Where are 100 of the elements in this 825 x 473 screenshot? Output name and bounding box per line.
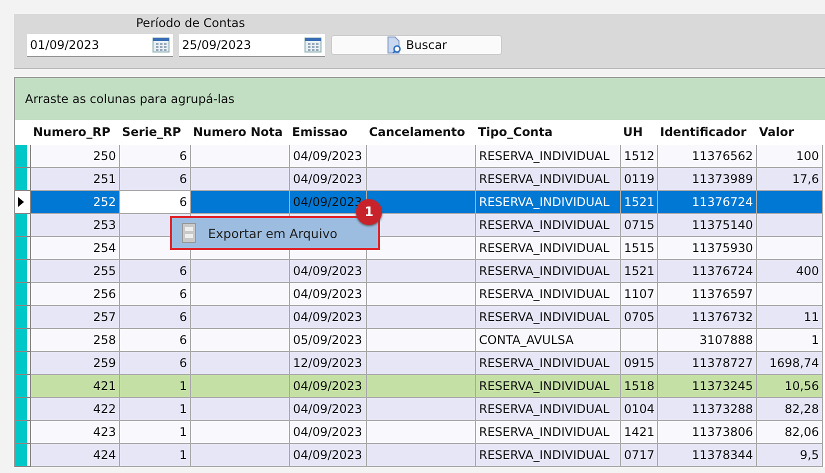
table-cell: 255 [31, 260, 120, 283]
table-cell: 0705 [621, 306, 658, 329]
table-cell: 1698,74 [757, 352, 823, 375]
table-cell: 250 [31, 145, 120, 168]
table-cell: 11 [757, 306, 823, 329]
search-button[interactable]: Buscar [331, 35, 502, 55]
table-cell: 04/09/2023 [290, 306, 367, 329]
table-cell: 252 [31, 191, 120, 214]
table-cell: RESERVA_INDIVIDUAL [476, 306, 621, 329]
table-cell: 05/09/2023 [290, 329, 367, 352]
row-indicator[interactable] [15, 306, 27, 328]
table-cell: 6 [120, 191, 191, 214]
file-icon [182, 223, 196, 243]
row-indicator[interactable] [15, 214, 27, 236]
table-cell: 1521 [621, 191, 658, 214]
row-indicator[interactable] [15, 352, 27, 374]
table-cell: 258 [31, 329, 120, 352]
table-cell: RESERVA_INDIVIDUAL [476, 398, 621, 421]
table-cell: 04/09/2023 [290, 444, 367, 467]
row-indicator[interactable] [15, 237, 27, 259]
table-cell: 0119 [621, 168, 658, 191]
table-cell: 04/09/2023 [290, 283, 367, 306]
export-menu-item[interactable]: Exportar em Arquivo [182, 223, 338, 243]
table-cell: 1518 [621, 375, 658, 398]
date-from-field[interactable]: 01/09/2023 [27, 34, 173, 56]
table-cell: 422 [31, 398, 120, 421]
table-cell: 257 [31, 306, 120, 329]
table-cell: CONTA_AVULSA [476, 329, 621, 352]
calendar-icon[interactable] [304, 37, 322, 53]
table-cell: 100 [757, 145, 823, 168]
table-cell: 6 [120, 168, 191, 191]
table-cell: 1512 [621, 145, 658, 168]
table-cell: 11373245 [658, 375, 757, 398]
table-cell: 9,5 [757, 444, 823, 467]
table-cell [757, 191, 823, 214]
table-cell: 1 [120, 444, 191, 467]
table-cell: 11376724 [658, 191, 757, 214]
table-cell: 0715 [621, 214, 658, 237]
table-cell: 0104 [621, 398, 658, 421]
table-cell: 0717 [621, 444, 658, 467]
table-cell: 17,6 [757, 168, 823, 191]
table-cell: 253 [31, 214, 120, 237]
row-indicator[interactable] [15, 444, 27, 466]
table-cell: 1 [757, 329, 823, 352]
table-cell: 1 [120, 421, 191, 444]
table-cell: 11373806 [658, 421, 757, 444]
table-cell: 424 [31, 444, 120, 467]
table-cell: 04/09/2023 [290, 168, 367, 191]
table-cell: RESERVA_INDIVIDUAL [476, 260, 621, 283]
table-cell: 6 [120, 306, 191, 329]
row-indicator[interactable] [15, 283, 27, 305]
table-cell: 259 [31, 352, 120, 375]
table-cell: 11373989 [658, 168, 757, 191]
table-cell: 1421 [621, 421, 658, 444]
table-cell: 11376562 [658, 145, 757, 168]
table-cell: RESERVA_INDIVIDUAL [476, 237, 621, 260]
calendar-icon[interactable] [152, 37, 170, 53]
table-cell [757, 214, 823, 237]
table-cell: RESERVA_INDIVIDUAL [476, 283, 621, 306]
table-cell: 11376732 [658, 306, 757, 329]
table-cell: 11378344 [658, 444, 757, 467]
group-by-hint: Arraste as colunas para agrupá-las [15, 78, 825, 120]
table-cell: 11375140 [658, 214, 757, 237]
row-indicator[interactable] [15, 329, 27, 351]
table-cell: 6 [120, 283, 191, 306]
period-label: Período de Contas [136, 15, 246, 31]
table-cell: 421 [31, 375, 120, 398]
row-indicator[interactable] [15, 168, 27, 190]
table-cell: 11375930 [658, 237, 757, 260]
table-cell: 04/09/2023 [290, 191, 367, 214]
table-cell: 04/09/2023 [290, 260, 367, 283]
table-cell: 11373288 [658, 398, 757, 421]
table-cell: 1107 [621, 283, 658, 306]
table-cell: RESERVA_INDIVIDUAL [476, 145, 621, 168]
table-cell: 254 [31, 237, 120, 260]
table-cell: 400 [757, 260, 823, 283]
table-cell: 82,28 [757, 398, 823, 421]
table-cell: 04/09/2023 [290, 375, 367, 398]
row-indicator[interactable] [15, 398, 27, 420]
table-cell: 1 [120, 375, 191, 398]
table-cell: 6 [120, 352, 191, 375]
table-cell: 11376597 [658, 283, 757, 306]
table-cell: 12/09/2023 [290, 352, 367, 375]
table-cell: 04/09/2023 [290, 145, 367, 168]
row-indicator[interactable] [15, 421, 27, 443]
table-cell: 1 [120, 398, 191, 421]
row-indicator[interactable] [15, 145, 27, 167]
table-cell: 11378727 [658, 352, 757, 375]
table-cell: RESERVA_INDIVIDUAL [476, 444, 621, 467]
table-cell: RESERVA_INDIVIDUAL [476, 214, 621, 237]
table-cell: RESERVA_INDIVIDUAL [476, 352, 621, 375]
table-cell: 251 [31, 168, 120, 191]
table-cell: 6 [120, 260, 191, 283]
table-cell: 1515 [621, 237, 658, 260]
date-to-field[interactable]: 25/09/2023 [179, 34, 325, 56]
row-indicator[interactable] [15, 260, 27, 282]
row-indicator[interactable] [15, 375, 27, 397]
table-cell: 11376724 [658, 260, 757, 283]
document-search-icon [386, 36, 402, 54]
table-cell: RESERVA_INDIVIDUAL [476, 168, 621, 191]
